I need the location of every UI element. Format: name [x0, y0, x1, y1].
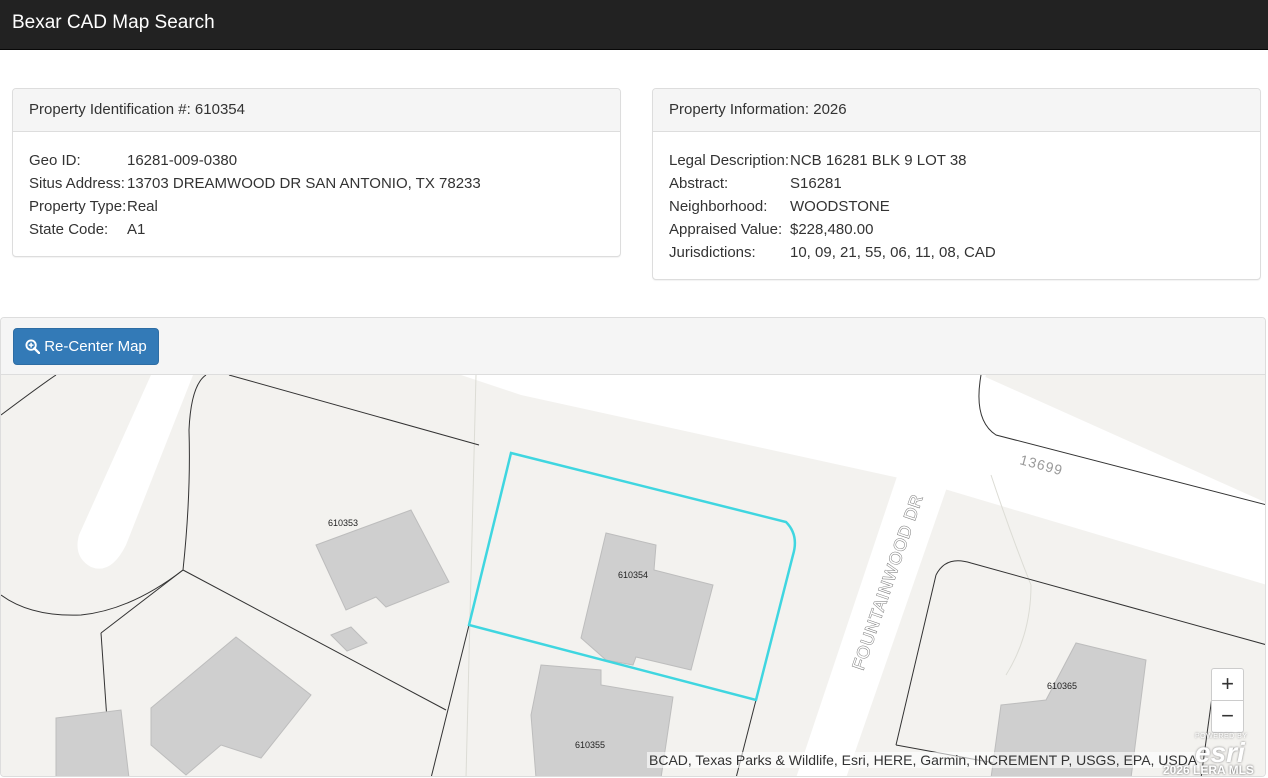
map-canvas[interactable]: 610353 610354 610355 610365 FOUNTAINWOOD… — [1, 375, 1265, 777]
sidewalk-line — [465, 375, 477, 776]
geo-id-label: Geo ID: — [29, 152, 81, 169]
parcel-label-610353: 610353 — [328, 518, 358, 528]
neighborhood-label: Neighborhood: — [669, 198, 768, 215]
situs-address-value: 13703 DREAMWOOD DR SAN ANTONIO, TX 78233 — [127, 175, 481, 192]
jurisdictions-label: Jurisdictions: — [669, 244, 756, 261]
property-identification-heading: Property Identification #: 610354 — [13, 89, 620, 132]
property-type-row: Property Type: Real — [29, 195, 604, 218]
map-toolbar: Re-Center Map — [1, 318, 1265, 375]
neighborhood-row: Neighborhood: WOODSTONE — [669, 195, 1244, 218]
property-information-body: Legal Description: NCB 16281 BLK 9 LOT 3… — [653, 132, 1260, 274]
jurisdictions-row: Jurisdictions: 10, 09, 21, 55, 06, 11, 0… — [669, 241, 1244, 264]
property-identification-body: Geo ID: 16281-009-0380 Situs Address: 13… — [13, 132, 620, 251]
appraised-value-value: $228,480.00 — [790, 221, 874, 238]
map-attribution: BCAD, Texas Parks & Wildlife, Esri, HERE… — [647, 752, 1200, 768]
property-information-panel: Property Information: 2026 Legal Descrip… — [652, 88, 1261, 280]
state-code-row: State Code: A1 — [29, 218, 604, 241]
zoom-in-button[interactable]: + — [1212, 669, 1243, 701]
geo-id-value: 16281-009-0380 — [127, 152, 238, 169]
neighborhood-value: WOODSTONE — [790, 198, 890, 215]
parcel-label-610354: 610354 — [618, 570, 648, 580]
abstract-row: Abstract: S16281 — [669, 172, 1244, 195]
property-type-value: Real — [127, 198, 158, 215]
recenter-map-label: Re-Center Map — [44, 338, 147, 355]
parcel-label-610355: 610355 — [575, 740, 605, 750]
zoom-out-button[interactable]: − — [1212, 701, 1243, 733]
state-code-label: State Code: — [29, 221, 109, 238]
state-code-value: A1 — [127, 221, 146, 238]
legal-description-row: Legal Description: NCB 16281 BLK 9 LOT 3… — [669, 149, 1244, 172]
zoom-in-icon — [25, 339, 41, 354]
navbar: Bexar CAD Map Search — [0, 0, 1268, 50]
abstract-value: S16281 — [790, 175, 842, 192]
situs-address-label: Situs Address: — [29, 175, 125, 192]
jurisdictions-value: 10, 09, 21, 55, 06, 11, 08, CAD — [790, 244, 996, 261]
appraised-value-label: Appraised Value: — [669, 221, 783, 238]
building-610354 — [580, 532, 714, 671]
geo-id-row: Geo ID: 16281-009-0380 — [29, 149, 604, 172]
legal-description-value: NCB 16281 BLK 9 LOT 38 — [790, 152, 967, 169]
property-identification-panel: Property Identification #: 610354 Geo ID… — [12, 88, 621, 257]
street-horizontal — [461, 375, 1265, 585]
mls-watermark: 2026 LERA MLS — [1163, 763, 1254, 777]
abstract-label: Abstract: — [669, 175, 729, 192]
app-title[interactable]: Bexar CAD Map Search — [12, 12, 215, 34]
situs-address-row: Situs Address: 13703 DREAMWOOD DR SAN AN… — [29, 172, 604, 195]
building-sw — [55, 709, 130, 776]
property-type-label: Property Type: — [29, 198, 127, 215]
building-west — [150, 636, 312, 776]
property-information-heading: Property Information: 2026 — [653, 89, 1260, 132]
map-panel: Re-Center Map 610353 610354 610355 61036… — [0, 317, 1266, 777]
parcel-label-610365: 610365 — [1047, 681, 1077, 691]
legal-description-label: Legal Description: — [669, 152, 790, 169]
appraised-value-row: Appraised Value: $228,480.00 — [669, 218, 1244, 241]
recenter-map-button[interactable]: Re-Center Map — [13, 328, 159, 365]
zoom-control: + − — [1211, 668, 1244, 733]
building-small — [330, 626, 368, 652]
cul-de-sac — [77, 375, 193, 569]
parcel-map: 610353 610354 610355 610365 FOUNTAINWOOD… — [1, 375, 1265, 776]
